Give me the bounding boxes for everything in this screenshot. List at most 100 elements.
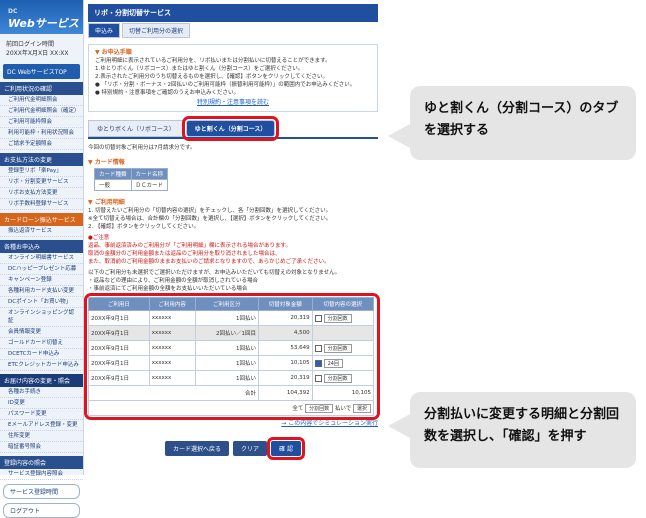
note-lines-2: 以下のご利用分も未選択でご選択いただけますが、お申込みいただいても切替えの対象と… bbox=[88, 269, 378, 293]
sidebar-item[interactable]: DCETCカード申込み bbox=[0, 349, 83, 360]
sidebar-item[interactable]: 各種お手続き bbox=[0, 387, 83, 398]
subtab-apply[interactable]: 申込み bbox=[88, 23, 121, 38]
select-cell bbox=[311, 325, 375, 341]
bulk-suffix: 払いで bbox=[334, 405, 352, 412]
logout-button[interactable]: ログアウト bbox=[3, 503, 80, 518]
text-line: ・事前返済にてご利用金額の全額をお支払いいただいている場合 bbox=[88, 286, 248, 292]
installment-select[interactable]: 分割回数 bbox=[323, 343, 352, 353]
sidebar-item[interactable]: ご請求予定額照会 bbox=[0, 139, 83, 150]
row-checkbox[interactable] bbox=[314, 314, 322, 322]
service-logo[interactable]: DC Webサービス bbox=[0, 0, 83, 34]
bulk-installment-select[interactable]: 分割回数 bbox=[305, 403, 334, 413]
subtab-select[interactable]: 切替ご利用分の選択 bbox=[122, 23, 191, 38]
sidebar-sections: ご利用状況の確認 ご利用代金明細照会 ご利用代金明細照会（確定） ご利用可能枠照会 利用… bbox=[0, 82, 83, 480]
sidebar-item[interactable]: リボ手数料登録サービス bbox=[0, 199, 83, 210]
sidebar-item[interactable]: オンラインショッピング認証 bbox=[0, 308, 83, 327]
select-cell: 24回 bbox=[311, 355, 375, 371]
sidebar-item[interactable]: キャンペーン登録 bbox=[0, 275, 83, 286]
sidebar-item[interactable]: 各種利用カード支払い変更 bbox=[0, 286, 83, 297]
sidebar-item[interactable]: DCポイント「お買い物」 bbox=[0, 297, 83, 308]
confirm-button[interactable]: 確 認 bbox=[267, 437, 305, 460]
installment-select[interactable]: 24回 bbox=[323, 358, 343, 368]
table-row: 20XX年9月1日 xxxxxx 1回払い 20,319 分割回数 bbox=[88, 370, 375, 386]
usage-amount: 20,319 bbox=[258, 370, 313, 386]
text-line: 1. 切替えたいご利用分の「切替内容の選択」をチェックし、各「分割回数」を選択し… bbox=[88, 208, 332, 214]
usage-instructions: 1. 切替えたいご利用分の「切替内容の選択」をチェックし、各「分割回数」を選択し… bbox=[88, 207, 378, 231]
usage-date: 20XX年9月1日 bbox=[88, 340, 150, 356]
col-date: ご利用日 bbox=[88, 297, 150, 311]
sidebar-item[interactable]: リボお支払方法変更 bbox=[0, 188, 83, 199]
sidebar-item[interactable]: Eメールアドレス登録・変更 bbox=[0, 420, 83, 431]
row-checkbox[interactable] bbox=[314, 359, 322, 367]
last-login-label: 前回ログイン時間 bbox=[6, 41, 55, 48]
detail-body: 20XX年9月1日 xxxxxx 1回払い 20,319 分割回数 20XX年9月1日 xx… bbox=[88, 310, 375, 386]
sidebar-item[interactable]: 登録型リボ「楽Pay」 bbox=[0, 166, 83, 177]
back-button[interactable]: カード選択へ戻る bbox=[165, 441, 230, 456]
text-line: 2.表示されたご利用分のうち切替えるものを選択し、【確認】ボタンをクリックしてく… bbox=[95, 74, 329, 80]
total-amount: 104,392 bbox=[258, 385, 313, 401]
sidebar-item[interactable]: ゴールドカード切替え bbox=[0, 338, 83, 349]
sidebar-item[interactable]: ご利用代金明細照会（確定） bbox=[0, 106, 83, 117]
clear-button[interactable]: クリア bbox=[233, 441, 268, 456]
row-checkbox[interactable] bbox=[314, 344, 322, 352]
sub-tabs: 申込み 切替ご利用分の選択 bbox=[88, 23, 378, 38]
usage-type: 1回払い bbox=[194, 370, 260, 386]
text-line: また、取消前のご利用金額のままお支払いのご請求となりますので、あらかじめご了承く… bbox=[88, 259, 330, 265]
course-tabs: ゆとりボくん（リボコース） ゆと割くん（分割コース） bbox=[88, 116, 378, 141]
usage-content: xxxxxx bbox=[148, 310, 196, 326]
main-content: リボ・分割切替サービス 申込み 切替ご利用分の選択 ▼ お申込手順 ご利用明細に… bbox=[84, 0, 380, 475]
procedure-lines: ご利用明細に表示されているご利用分を、リボ払いまたは分割払いに切替えることができ… bbox=[95, 57, 371, 97]
usage-content: xxxxxx bbox=[148, 355, 196, 371]
sidebar-item[interactable]: オンライン明細書サービス bbox=[0, 253, 83, 264]
bulk-select-button[interactable]: 選択 bbox=[352, 403, 371, 413]
sidebar-item[interactable]: ご利用代金明細照会 bbox=[0, 95, 83, 106]
installment-select[interactable]: 分割回数 bbox=[323, 373, 352, 383]
text-line: 1.ゆとりボくん（リボコース）またはゆと割くん（分割コース）をご選択ください。 bbox=[95, 66, 304, 72]
top-button[interactable]: DC WebサービスTOP bbox=[3, 64, 80, 79]
usage-content: xxxxxx bbox=[148, 370, 196, 386]
table-row: 20XX年9月1日 xxxxxx 2回払い／1回目 4,500 bbox=[88, 325, 375, 341]
sidebar-section-title: 登録内容の照会 bbox=[0, 456, 83, 469]
sidebar-bottom: サービス登録時間 ログアウト bbox=[0, 484, 83, 518]
page-header: リボ・分割切替サービス bbox=[88, 4, 378, 22]
usage-type: 2回払い／1回目 bbox=[194, 325, 260, 341]
target-month-text: 今回の切替対象ご利用分は7月請求分です。 bbox=[88, 145, 196, 151]
usage-section-title: ▼ ご利用明細 bbox=[88, 199, 125, 206]
simulation-link[interactable]: → この内容でシミュレーション実行 bbox=[88, 418, 378, 427]
sidebar-item[interactable]: ご利用可能枠照会 bbox=[0, 117, 83, 128]
sidebar-section-title: カードローン振込サービス bbox=[0, 213, 83, 226]
callout-tab: ゆと割くん（分割コース）のタブを選択する bbox=[388, 86, 636, 160]
sidebar-item[interactable]: ETCクレジットカード申込み bbox=[0, 360, 83, 371]
sidebar-item[interactable]: DCハッピープレゼント応募 bbox=[0, 264, 83, 275]
row-checkbox[interactable] bbox=[314, 374, 322, 382]
sidebar-section-title: 各種お申込み bbox=[0, 240, 83, 253]
usage-type: 1回払い bbox=[194, 355, 260, 371]
tab-revo-course[interactable]: ゆとりボくん（リボコース） bbox=[88, 120, 184, 137]
card-name: ＤＣカード bbox=[130, 179, 169, 191]
last-login-value: 20XX年X月X日 XX:XX bbox=[6, 50, 69, 57]
tab-installment-course[interactable]: ゆと割くん（分割コース） bbox=[181, 116, 280, 141]
sidebar-item[interactable]: ID変更 bbox=[0, 398, 83, 409]
sidebar-item[interactable]: 振込返済サービス bbox=[0, 226, 83, 237]
sidebar-item[interactable]: リボ・分割変更サービス bbox=[0, 177, 83, 188]
sidebar-item[interactable]: 会員情報変更 bbox=[0, 327, 83, 338]
terms-link[interactable]: 特別規約・注意事項を読む bbox=[95, 99, 371, 107]
text-line: 返品、事前返済済みのご利用分が「ご利用明細」欄に表示される場合があります。 bbox=[88, 243, 291, 249]
last-login: 前回ログイン時間 20XX年X月X日 XX:XX bbox=[0, 34, 83, 60]
bulk-select-row: 全て 分割回数 払いで 選択 bbox=[88, 400, 374, 416]
sidebar-item[interactable]: 暗証番号照会 bbox=[0, 442, 83, 453]
select-cell: 分割回数 bbox=[311, 370, 375, 386]
detail-table: ご利用日 ご利用内容 ご利用区分 切替対象金額 切替内容の選択 20XX年9月1… bbox=[88, 297, 375, 416]
sidebar-item[interactable]: パスワード変更 bbox=[0, 409, 83, 420]
installment-select[interactable]: 分割回数 bbox=[323, 313, 352, 323]
service-time-button[interactable]: サービス登録時間 bbox=[3, 484, 80, 499]
sidebar-item[interactable]: 住所変更 bbox=[0, 431, 83, 442]
procedure-box: ▼ お申込手順 ご利用明細に表示されているご利用分を、リボ払いまたは分割払いに切… bbox=[88, 44, 378, 112]
text-line: 取消の金額分のご利用金額または返品のご利用分を取り消されました場合は、 bbox=[88, 251, 281, 257]
card-table: カード種類 カード名称 一般 ＤＣカード bbox=[94, 168, 169, 191]
detail-table-wrap: ご利用日 ご利用内容 ご利用区分 切替対象金額 切替内容の選択 20XX年9月1… bbox=[84, 293, 380, 420]
col-content: ご利用内容 bbox=[148, 297, 196, 311]
sidebar: DC Webサービス 前回ログイン時間 20XX年X月X日 XX:XX DC We… bbox=[0, 0, 84, 518]
usage-amount: 20,319 bbox=[258, 310, 313, 326]
sidebar-item[interactable]: 利用可能枠・利用状況照会 bbox=[0, 128, 83, 139]
